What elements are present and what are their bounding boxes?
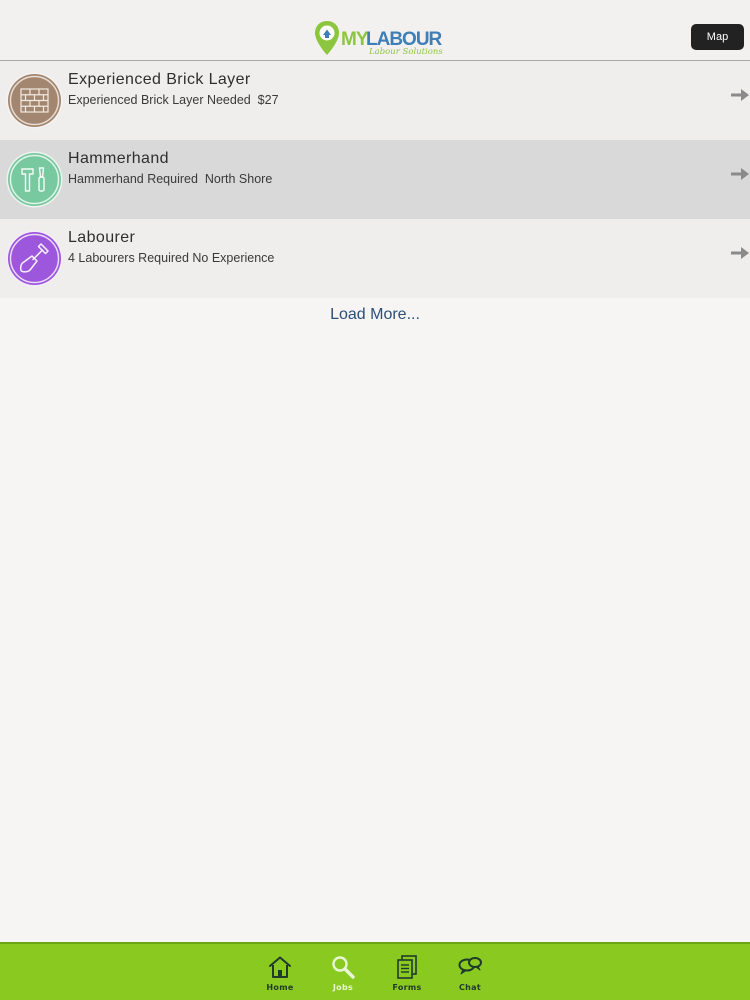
job-list: Experienced Brick Layer Experienced Bric… xyxy=(0,61,750,298)
tab-label: Forms xyxy=(392,983,422,992)
load-more-link[interactable]: Load More... xyxy=(0,306,750,324)
arrow-right-icon xyxy=(731,89,749,101)
bottom-tab-bar: Home Jobs Forms Chat xyxy=(0,942,750,1000)
search-icon xyxy=(332,956,355,979)
forms-icon xyxy=(397,955,417,979)
arrow-right-icon xyxy=(731,168,749,180)
job-row[interactable]: Hammerhand Hammerhand Required North Sho… xyxy=(0,140,750,219)
brick-wall-icon xyxy=(6,72,63,129)
job-title: Labourer xyxy=(68,229,136,246)
arrow-right-icon xyxy=(731,247,749,259)
job-title: Hammerhand xyxy=(68,150,169,167)
app-screen: MY LABOUR Labour Solutions Map Experienc… xyxy=(0,0,750,1000)
logo-tagline: Labour Solutions xyxy=(369,47,443,57)
tab-label: Chat xyxy=(459,983,481,992)
hammer-screwdriver-icon xyxy=(6,151,63,208)
mylabour-logo: MY LABOUR Labour Solutions xyxy=(314,20,443,60)
header-bar: MY LABOUR Labour Solutions Map xyxy=(0,0,750,61)
home-icon xyxy=(269,956,291,978)
logo-text-my: MY xyxy=(341,29,368,50)
job-row[interactable]: Experienced Brick Layer Experienced Bric… xyxy=(0,61,750,140)
tab-label: Jobs xyxy=(332,983,354,992)
job-subtitle: 4 Labourers Required No Experience xyxy=(68,251,275,265)
job-subtitle: Experienced Brick Layer Needed $27 xyxy=(68,93,279,107)
job-row[interactable]: Labourer 4 Labourers Required No Experie… xyxy=(0,219,750,298)
job-title: Experienced Brick Layer xyxy=(68,71,251,88)
map-button[interactable]: Map xyxy=(691,24,744,50)
tab-label: Home xyxy=(266,983,294,992)
chat-icon xyxy=(458,957,482,975)
job-subtitle: Hammerhand Required North Shore xyxy=(68,172,273,186)
tab-forms[interactable]: Forms xyxy=(387,954,427,1000)
tab-jobs[interactable]: Jobs xyxy=(323,954,363,1000)
tab-chat[interactable]: Chat xyxy=(450,954,490,1000)
tab-home[interactable]: Home xyxy=(260,954,300,1000)
location-pin-icon xyxy=(315,21,339,55)
shovel-icon xyxy=(6,230,63,287)
